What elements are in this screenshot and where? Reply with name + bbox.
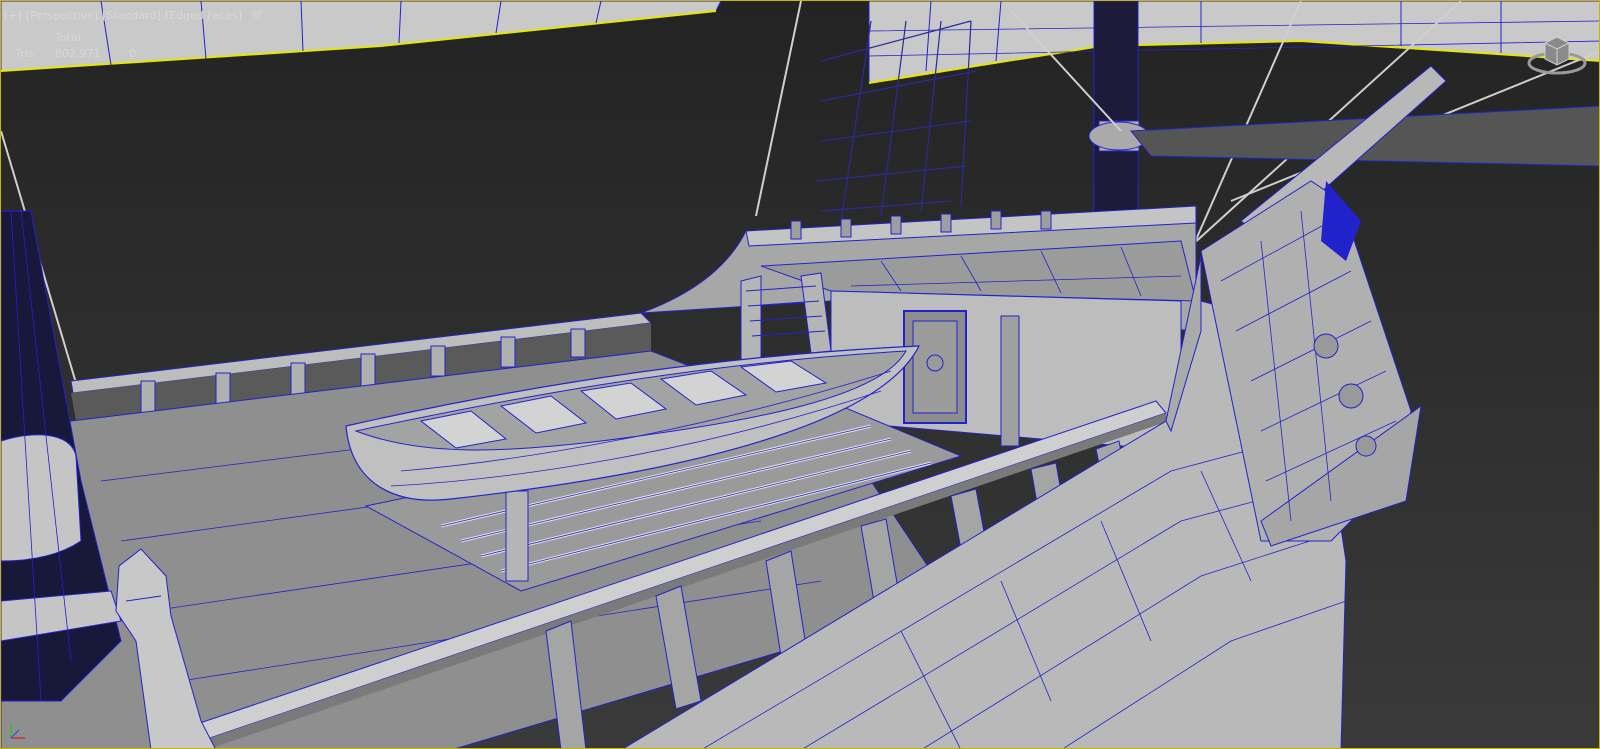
viewcube-icon[interactable] bbox=[1527, 29, 1587, 77]
viewport-label-bar: [+] [Perspective] [Standard] [Edged Face… bbox=[4, 9, 265, 22]
stats-tris-selected: 0 bbox=[129, 47, 136, 60]
stats-tris-total: 802,971 bbox=[55, 47, 101, 60]
viewport-menu-edged-faces[interactable]: [Edged Faces] bbox=[165, 9, 242, 22]
viewport-menu-plus[interactable]: [+] bbox=[4, 9, 22, 22]
stats-tris-label: Tris: bbox=[15, 47, 38, 60]
scene-statistics: Total Tris: 802,971 0 bbox=[15, 30, 136, 62]
axis-tripod-icon bbox=[10, 724, 25, 739]
stats-header-total: Total bbox=[55, 31, 81, 44]
perspective-viewport[interactable]: [+] [Perspective] [Standard] [Edged Face… bbox=[0, 0, 1600, 749]
viewport-menu-standard[interactable]: [Standard] bbox=[102, 9, 161, 22]
viewport-menu-perspective[interactable]: [Perspective] bbox=[26, 9, 98, 22]
funnel-icon[interactable] bbox=[250, 10, 265, 21]
ship-deck-scene bbox=[1, 1, 1599, 748]
